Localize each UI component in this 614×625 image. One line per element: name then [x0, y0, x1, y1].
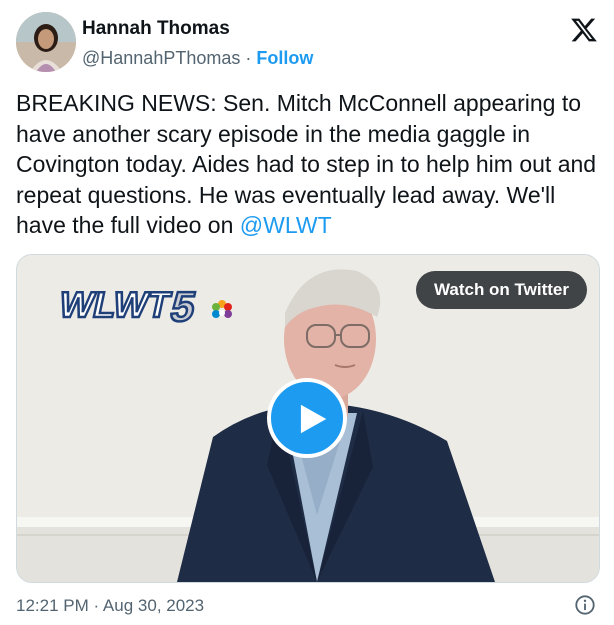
tweet-header: Hannah Thomas @HannahPThomas · Follow [16, 12, 600, 74]
play-button[interactable] [267, 378, 347, 458]
station-logo-text: WLWT [56, 284, 175, 325]
watch-on-twitter-button[interactable]: Watch on Twitter [415, 271, 587, 309]
tweet-text: BREAKING NEWS: Sen. Mitch McConnell appe… [16, 88, 600, 241]
avatar[interactable] [16, 12, 76, 72]
station-logo: WLWT 5 [54, 282, 232, 327]
mention-link[interactable]: @WLWT [240, 212, 332, 238]
x-logo-icon[interactable] [570, 16, 598, 44]
separator-dot: · [245, 48, 252, 68]
follow-button[interactable]: Follow [256, 48, 313, 68]
author-handle[interactable]: @HannahPThomas [82, 48, 240, 68]
info-icon[interactable] [574, 594, 596, 616]
author-name[interactable]: Hannah Thomas [82, 18, 230, 40]
play-icon [300, 404, 327, 434]
timestamp-link[interactable]: 12:21 PM · Aug 30, 2023 [16, 596, 204, 615]
tweet-footer: 12:21 PM · Aug 30, 2023 [16, 594, 600, 618]
author-handle-row: @HannahPThomas · Follow [82, 48, 313, 69]
peacock-icon [212, 300, 232, 318]
video-thumbnail[interactable]: WLWT 5 Watch on Twitter [16, 254, 600, 583]
